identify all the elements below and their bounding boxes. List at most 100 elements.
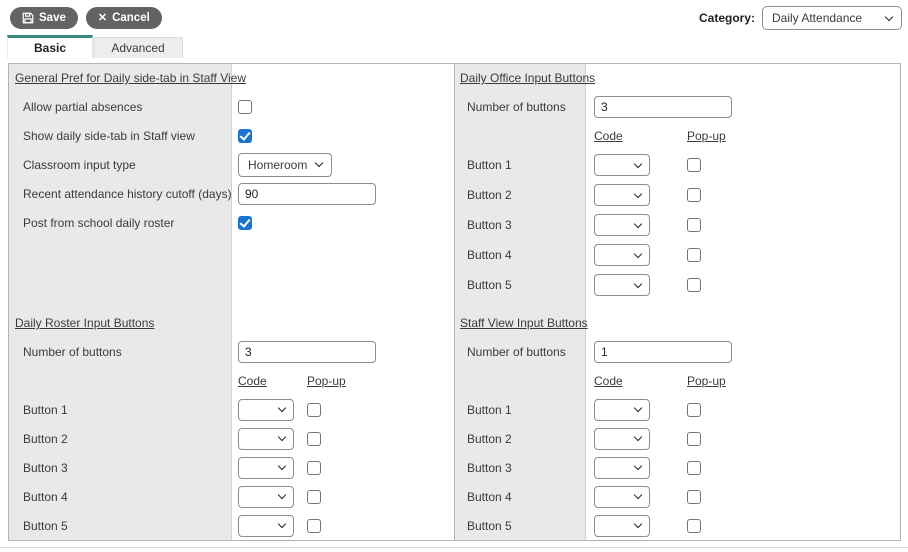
- chevron-down-icon: [277, 490, 287, 500]
- chevron-down-icon: [277, 432, 287, 442]
- roster-button-2-row: Button 2: [9, 424, 454, 453]
- roster-button-5-code-select[interactable]: [238, 514, 294, 537]
- chevron-down-icon: [277, 403, 287, 413]
- staff-button-5-code-select[interactable]: [594, 514, 650, 537]
- chevron-down-icon: [633, 490, 643, 500]
- row-staff-number-of-buttons: Number of buttons: [455, 337, 900, 366]
- left-column: General Pref for Daily side-tab in Staff…: [9, 64, 454, 540]
- office-button-1-code-select[interactable]: [594, 154, 650, 176]
- cancel-button[interactable]: ✕ Cancel: [85, 7, 162, 29]
- popup-column-header: Pop-up: [687, 373, 726, 388]
- staff-button-2-row: Button 2: [455, 424, 900, 453]
- row-label: Button 1: [467, 402, 512, 417]
- roster-button-2-code-select[interactable]: [238, 427, 294, 450]
- section-title-daily-roster: Daily Roster Input Buttons: [15, 316, 155, 330]
- roster-button-4-code-select[interactable]: [238, 485, 294, 508]
- row-label: Button 3: [467, 460, 512, 475]
- row-label: Button 5: [467, 278, 512, 292]
- staff-number-of-buttons-input[interactable]: [594, 340, 732, 363]
- toolbar: Save ✕ Cancel Category: Daily Attendance: [0, 0, 908, 35]
- staff-button-1-code-select[interactable]: [594, 398, 650, 421]
- roster-number-of-buttons-input[interactable]: [238, 340, 376, 363]
- staff-button-5-popup-checkbox[interactable]: [687, 518, 701, 533]
- row-label: Button 2: [23, 431, 68, 446]
- row-label: Button 4: [467, 248, 512, 262]
- row-label: Button 3: [467, 218, 512, 232]
- category-label: Category:: [698, 11, 755, 25]
- office-button-4-row: Button 4: [455, 240, 900, 270]
- staff-column-headers: Code Pop-up: [455, 366, 900, 395]
- office-button-5-popup-checkbox[interactable]: [687, 278, 701, 292]
- staff-button-3-popup-checkbox[interactable]: [687, 460, 701, 475]
- office-button-2-row: Button 2: [455, 180, 900, 210]
- staff-button-3-row: Button 3: [455, 453, 900, 482]
- show-daily-side-tab-checkbox[interactable]: [238, 128, 252, 143]
- section-title-daily-office: Daily Office Input Buttons: [460, 71, 596, 85]
- section-staff-view: Staff View Input Buttons: [455, 309, 900, 337]
- save-button[interactable]: Save: [10, 7, 78, 29]
- classroom-input-type-select[interactable]: Homeroom: [238, 152, 333, 177]
- popup-column-header: Pop-up: [307, 373, 346, 388]
- roster-button-3-code-select[interactable]: [238, 456, 294, 479]
- history-cutoff-input[interactable]: [238, 182, 376, 205]
- chevron-down-icon: [633, 519, 643, 529]
- staff-button-4-popup-checkbox[interactable]: [687, 489, 701, 504]
- tab-basic[interactable]: Basic: [7, 35, 93, 58]
- row-classroom-input-type: Classroom input type Homeroom: [9, 150, 454, 179]
- office-button-4-code-select[interactable]: [594, 244, 650, 266]
- roster-button-1-code-select[interactable]: [238, 398, 294, 421]
- row-label: Button 3: [23, 460, 68, 475]
- office-number-of-buttons-input[interactable]: [594, 95, 732, 118]
- section-general: General Pref for Daily side-tab in Staff…: [9, 64, 454, 92]
- roster-button-5-popup-checkbox[interactable]: [307, 518, 321, 533]
- right-column: Daily Office Input Buttons Number of but…: [454, 64, 900, 540]
- staff-button-3-code-select[interactable]: [594, 456, 650, 479]
- tab-advanced[interactable]: Advanced: [93, 37, 183, 58]
- office-button-3-popup-checkbox[interactable]: [687, 218, 701, 232]
- office-button-3-code-select[interactable]: [594, 214, 650, 236]
- roster-button-5-row: Button 5: [9, 511, 454, 540]
- roster-button-1-popup-checkbox[interactable]: [307, 402, 321, 417]
- office-button-2-code-select[interactable]: [594, 184, 650, 206]
- section-daily-office: Daily Office Input Buttons: [455, 64, 900, 92]
- row-label: Allow partial absences: [23, 99, 143, 114]
- row-label: Post from school daily roster: [23, 215, 175, 230]
- staff-button-2-code-select[interactable]: [594, 427, 650, 450]
- roster-button-4-popup-checkbox[interactable]: [307, 489, 321, 504]
- office-button-5-code-select[interactable]: [594, 274, 650, 296]
- section-title-general: General Pref for Daily side-tab in Staff…: [15, 71, 246, 85]
- roster-button-2-popup-checkbox[interactable]: [307, 431, 321, 446]
- category-select[interactable]: Daily Attendance: [762, 6, 902, 30]
- row-label: Button 5: [467, 518, 512, 533]
- roster-button-3-popup-checkbox[interactable]: [307, 460, 321, 475]
- office-button-2-popup-checkbox[interactable]: [687, 188, 701, 202]
- row-label: Button 5: [23, 518, 68, 533]
- code-column-header: Code: [594, 128, 623, 143]
- chevron-down-icon: [633, 403, 643, 413]
- tab-bar: Basic Advanced: [0, 35, 908, 58]
- row-label: Number of buttons: [467, 99, 566, 114]
- chevron-down-icon: [315, 158, 324, 168]
- staff-button-4-code-select[interactable]: [594, 485, 650, 508]
- staff-button-2-popup-checkbox[interactable]: [687, 431, 701, 446]
- classroom-input-type-value: Homeroom: [248, 157, 308, 172]
- office-button-1-popup-checkbox[interactable]: [687, 158, 701, 172]
- chevron-down-icon: [633, 189, 643, 198]
- allow-partial-absences-checkbox[interactable]: [238, 99, 252, 114]
- section-daily-roster: Daily Roster Input Buttons: [9, 309, 454, 337]
- popup-column-header: Pop-up: [687, 128, 726, 143]
- row-label: Button 4: [467, 489, 512, 504]
- staff-button-1-popup-checkbox[interactable]: [687, 402, 701, 417]
- tab-advanced-label: Advanced: [111, 41, 165, 55]
- cancel-x-icon: ✕: [97, 11, 108, 24]
- post-from-roster-checkbox[interactable]: [238, 215, 252, 230]
- roster-button-1-row: Button 1: [9, 395, 454, 424]
- office-button-4-popup-checkbox[interactable]: [687, 248, 701, 262]
- office-button-3-row: Button 3: [455, 210, 900, 240]
- row-label: Number of buttons: [23, 344, 122, 359]
- row-label: Button 2: [467, 188, 512, 202]
- row-allow-partial-absences: Allow partial absences: [9, 92, 454, 121]
- row-history-cutoff: Recent attendance history cutoff (days): [9, 179, 454, 208]
- office-button-5-row: Button 5: [455, 270, 900, 300]
- row-roster-number-of-buttons: Number of buttons: [9, 337, 454, 366]
